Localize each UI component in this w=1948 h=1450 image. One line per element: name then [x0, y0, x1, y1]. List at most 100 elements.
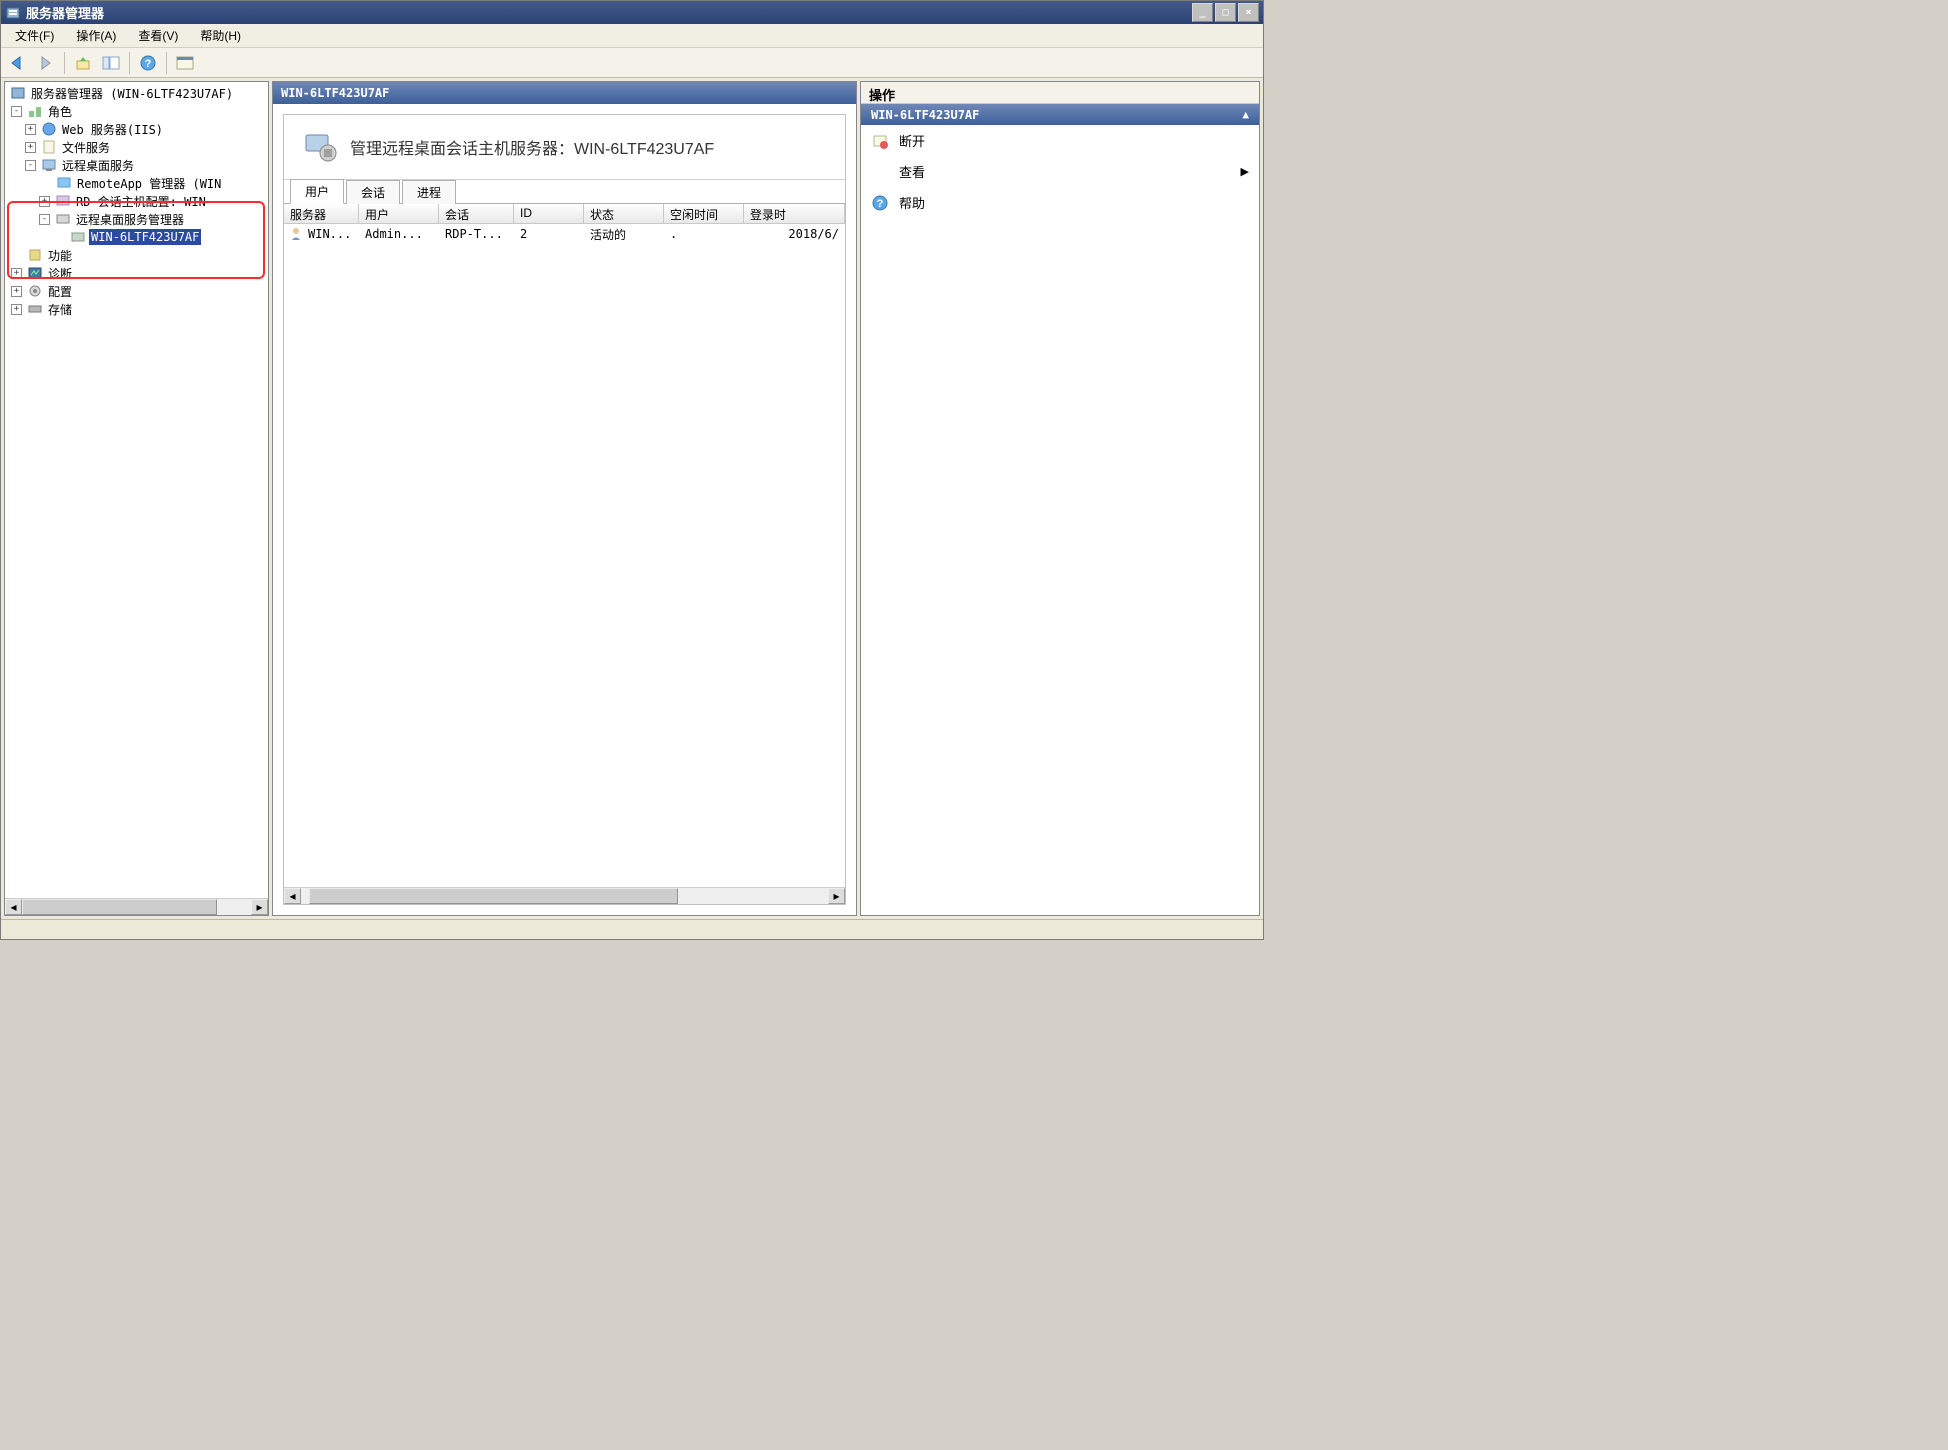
svg-text:?: ? [145, 58, 152, 70]
features-icon [27, 247, 43, 263]
scroll-right-icon[interactable]: ▸ [251, 899, 268, 915]
scroll-left-icon[interactable]: ◂ [284, 888, 301, 904]
window-title: 服务器管理器 [26, 3, 1192, 22]
help-button[interactable]: ? [135, 50, 161, 76]
col-server[interactable]: 服务器 [284, 204, 359, 223]
user-session-icon [290, 226, 306, 242]
scroll-right-icon[interactable]: ▸ [828, 888, 845, 904]
back-button[interactable] [5, 50, 31, 76]
collapse-icon[interactable]: - [11, 106, 22, 117]
show-hide-tree-button[interactable] [98, 50, 124, 76]
tabs-row: 用户 会话 进程 [284, 180, 845, 204]
storage-icon [27, 301, 43, 317]
menubar: 文件(F) 操作(A) 查看(V) 帮助(H) [1, 24, 1263, 48]
tree-roles[interactable]: - 角色 [7, 102, 268, 120]
actions-pane: 操作 WIN-6LTF423U7AF ▲ 断开 查看 ▶ ? 帮助 [860, 81, 1260, 916]
action-disconnect[interactable]: 断开 [861, 125, 1259, 156]
server-manager-icon [10, 85, 26, 101]
col-status[interactable]: 状态 [584, 204, 664, 223]
expand-icon[interactable]: + [11, 304, 22, 315]
toolbar-separator [129, 52, 130, 74]
tree-rds-manager[interactable]: - 远程桌面服务管理器 [7, 210, 268, 228]
server-manager-window: 服务器管理器 _ □ × 文件(F) 操作(A) 查看(V) 帮助(H) ? 服… [0, 0, 1264, 940]
actions-title: 操作 [861, 82, 1259, 104]
banner-text: 管理远程桌面会话主机服务器：WIN-6LTF423U7AF [350, 135, 714, 159]
tree-storage[interactable]: + 存储 [7, 300, 268, 318]
expand-icon[interactable]: + [11, 286, 22, 297]
tree-server-node[interactable]: WIN-6LTF423U7AF [7, 228, 268, 246]
expand-icon[interactable]: + [25, 124, 36, 135]
tree-diagnostics[interactable]: + 诊断 [7, 264, 268, 282]
tab-users[interactable]: 用户 [290, 179, 344, 204]
file-services-icon [41, 139, 57, 155]
toolbar-separator [166, 52, 167, 74]
tree-root[interactable]: 服务器管理器 (WIN-6LTF423U7AF) [7, 84, 268, 102]
collapse-icon[interactable]: - [25, 160, 36, 171]
rds-icon [41, 157, 57, 173]
titlebar[interactable]: 服务器管理器 _ □ × [1, 1, 1263, 24]
server-icon [70, 229, 86, 245]
window-controls: _ □ × [1192, 3, 1259, 22]
tree-horizontal-scrollbar[interactable]: ◂ ▸ [5, 898, 268, 915]
disconnect-icon [871, 132, 889, 150]
menu-help[interactable]: 帮助(H) [192, 24, 249, 47]
col-idle[interactable]: 空闲时间 [664, 204, 744, 223]
menu-action[interactable]: 操作(A) [68, 24, 124, 47]
tree-pane: 服务器管理器 (WIN-6LTF423U7AF) - 角色 + Web 服务器(… [4, 81, 269, 916]
diagnostics-icon [27, 265, 43, 281]
tree-iis[interactable]: + Web 服务器(IIS) [7, 120, 268, 138]
expand-icon[interactable]: + [11, 268, 22, 279]
maximize-button[interactable]: □ [1215, 3, 1236, 22]
actions-subheader[interactable]: WIN-6LTF423U7AF ▲ [861, 104, 1259, 125]
chevron-up-icon[interactable]: ▲ [1242, 108, 1249, 121]
center-body: 管理远程桌面会话主机服务器：WIN-6LTF423U7AF 用户 会话 进程 服… [273, 104, 856, 915]
main-area: 服务器管理器 (WIN-6LTF423U7AF) - 角色 + Web 服务器(… [1, 78, 1263, 919]
toolbar-separator [64, 52, 65, 74]
menu-file[interactable]: 文件(F) [7, 24, 62, 47]
properties-button[interactable] [172, 50, 198, 76]
col-user[interactable]: 用户 [359, 204, 439, 223]
rd-host-config-icon [55, 193, 71, 209]
center-horizontal-scrollbar[interactable]: ◂ ▸ [284, 887, 845, 904]
col-id[interactable]: ID [514, 204, 584, 223]
help-icon: ? [871, 194, 889, 212]
center-container: 管理远程桌面会话主机服务器：WIN-6LTF423U7AF 用户 会话 进程 服… [283, 114, 846, 905]
banner: 管理远程桌面会话主机服务器：WIN-6LTF423U7AF [284, 115, 845, 180]
remoteapp-icon [56, 175, 72, 191]
center-pane: WIN-6LTF423U7AF 管理远程桌面会话主机服务器：WIN-6LTF42… [272, 81, 857, 916]
toolbar: ? [1, 48, 1263, 78]
center-header: WIN-6LTF423U7AF [273, 82, 856, 104]
menu-view[interactable]: 查看(V) [130, 24, 186, 47]
action-help[interactable]: ? 帮助 [861, 187, 1259, 218]
action-view[interactable]: 查看 ▶ [861, 156, 1259, 187]
svg-text:?: ? [877, 198, 884, 210]
up-button[interactable] [70, 50, 96, 76]
forward-button[interactable] [33, 50, 59, 76]
tab-sessions[interactable]: 会话 [346, 180, 400, 204]
statusbar [1, 919, 1263, 939]
tree-rds[interactable]: - 远程桌面服务 [7, 156, 268, 174]
tree-rd-host-config[interactable]: + RD 会话主机配置: WIN- [7, 192, 268, 210]
tab-processes[interactable]: 进程 [402, 180, 456, 204]
minimize-button[interactable]: _ [1192, 3, 1213, 22]
configuration-icon [27, 283, 43, 299]
expand-icon[interactable]: + [39, 196, 50, 207]
col-session[interactable]: 会话 [439, 204, 514, 223]
col-logon[interactable]: 登录时 [744, 204, 845, 223]
expand-icon[interactable]: + [25, 142, 36, 153]
tree-remoteapp[interactable]: RemoteApp 管理器 (WIN [7, 174, 268, 192]
scroll-left-icon[interactable]: ◂ [5, 899, 22, 915]
iis-icon [41, 121, 57, 137]
chevron-right-icon: ▶ [1241, 165, 1249, 178]
tree-features[interactable]: + 功能 [7, 246, 268, 264]
collapse-icon[interactable]: - [39, 214, 50, 225]
close-button[interactable]: × [1238, 3, 1259, 22]
server-manager-icon [5, 5, 21, 21]
table-header: 服务器 用户 会话 ID 状态 空闲时间 登录时 [284, 204, 845, 224]
roles-icon [27, 103, 43, 119]
tree-content[interactable]: 服务器管理器 (WIN-6LTF423U7AF) - 角色 + Web 服务器(… [5, 82, 268, 898]
table-row[interactable]: WIN... Admin... RDP-T... 2 活动的 . 2018/6/ [284, 224, 845, 244]
tree-configuration[interactable]: + 配置 [7, 282, 268, 300]
tree-file-services[interactable]: + 文件服务 [7, 138, 268, 156]
rds-manager-icon [55, 211, 71, 227]
